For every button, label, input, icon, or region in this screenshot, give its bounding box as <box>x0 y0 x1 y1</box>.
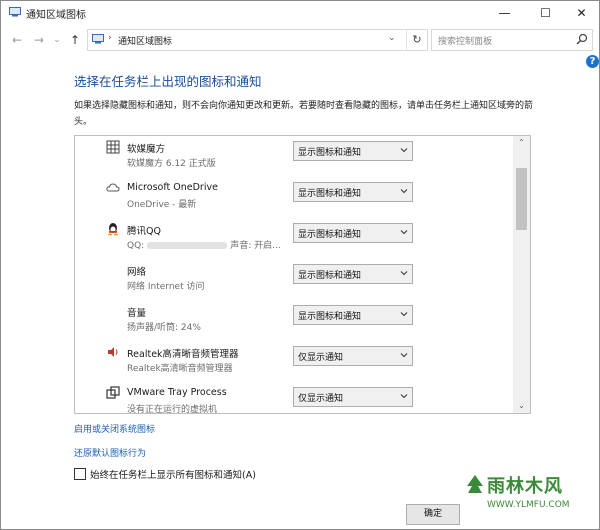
behavior-select[interactable]: 显示图标和通知 <box>293 223 413 243</box>
list-item: Realtek高清晰音频管理器 Realtek高清晰音频管理器 仅显示通知 <box>75 341 513 382</box>
chevron-down-icon <box>400 353 408 358</box>
item-description: Realtek高清晰音频管理器 <box>127 364 233 374</box>
item-name: 网络 <box>127 267 147 278</box>
control-panel-icon <box>92 34 104 44</box>
scrollbar-thumb[interactable] <box>516 168 527 230</box>
behavior-select[interactable]: 显示图标和通知 <box>293 305 413 325</box>
item-description: QQ: 声音: 开启... <box>127 241 281 251</box>
chevron-down-icon <box>400 230 408 235</box>
system-icons-link[interactable]: 启用或关闭系统图标 <box>74 422 155 435</box>
maximize-button[interactable]: ☐ <box>528 1 563 25</box>
page-description: 如果选择隐藏图标和通知，则不会向你通知更改和更新。若要随时查看隐藏的图标，请单击… <box>74 101 534 127</box>
behavior-value: 仅显示通知 <box>298 394 344 404</box>
item-description: 没有正在运行的虚拟机 <box>127 405 218 414</box>
breadcrumb-current[interactable]: 通知区域图标 <box>118 34 172 47</box>
search-input[interactable]: 搜索控制面板 <box>438 34 492 47</box>
notification-icon-list: 软媒魔方 软媒魔方 6.12 正式版 显示图标和通知 Microsoft One… <box>74 135 531 414</box>
up-button[interactable]: ↑ <box>67 32 83 48</box>
behavior-select[interactable]: 仅显示通知 <box>293 387 413 407</box>
item-name: 腾讯QQ <box>127 226 161 237</box>
watermark-text: 雨林木风 <box>487 476 563 497</box>
redacted-text <box>147 242 228 249</box>
search-icon[interactable] <box>576 33 588 45</box>
help-icon[interactable]: ? <box>586 55 599 68</box>
behavior-value: 显示图标和通知 <box>298 271 362 281</box>
address-box[interactable]: › 通知区域图标 ⌄ ↻ <box>87 29 428 51</box>
scroll-up-icon[interactable]: ⌃ <box>513 136 530 150</box>
watermark-logo: 雨林木风 WWW.YLMFU.COM <box>463 466 599 529</box>
list-scrollbar[interactable]: ⌃ ⌄ <box>513 136 530 413</box>
behavior-select[interactable]: 显示图标和通知 <box>293 141 413 161</box>
scroll-down-icon[interactable]: ⌄ <box>513 399 530 413</box>
cloud-icon <box>106 183 120 192</box>
control-panel-window: 通知区域图标 — ☐ ✕ ← → ⌄ ↑ › 通知区域图标 ⌄ ↻ 搜索控制面板 <box>0 0 600 530</box>
list-item: VMware Tray Process 没有正在运行的虚拟机 仅显示通知 <box>75 382 513 414</box>
behavior-value: 显示图标和通知 <box>298 189 362 199</box>
address-dropdown-button[interactable]: ⌄ <box>388 33 396 43</box>
watermark-url: WWW.YLMFU.COM <box>487 500 570 510</box>
behavior-value: 显示图标和通知 <box>298 230 362 240</box>
show-all-icons-label[interactable]: 始终在任务栏上显示所有图标和通知(A) <box>90 467 256 481</box>
item-description: OneDrive - 最新 <box>127 200 197 210</box>
list-item: 软媒魔方 软媒魔方 6.12 正式版 显示图标和通知 <box>75 136 513 177</box>
recent-locations-dropdown[interactable]: ⌄ <box>49 32 65 48</box>
volume-icon <box>106 304 120 318</box>
list-item: 腾讯QQ QQ: 声音: 开启... 显示图标和通知 <box>75 218 513 259</box>
window-title: 通知区域图标 <box>26 10 86 21</box>
behavior-select[interactable]: 显示图标和通知 <box>293 264 413 284</box>
behavior-value: 显示图标和通知 <box>298 312 362 322</box>
address-bar: ← → ⌄ ↑ › 通知区域图标 ⌄ ↻ 搜索控制面板 <box>1 25 599 55</box>
item-description: 网络 Internet 访问 <box>127 282 205 292</box>
chevron-down-icon <box>400 189 408 194</box>
restore-default-link[interactable]: 还原默认图标行为 <box>74 446 146 459</box>
item-description: 扬声器/听筒: 24% <box>127 323 201 333</box>
breadcrumb-separator: › <box>108 33 112 43</box>
close-button[interactable]: ✕ <box>564 1 599 25</box>
chevron-down-icon <box>400 394 408 399</box>
grid-icon <box>106 140 120 154</box>
list-item: 音量 扬声器/听筒: 24% 显示图标和通知 <box>75 300 513 341</box>
chevron-down-icon <box>400 148 408 153</box>
show-all-icons-checkbox[interactable] <box>74 468 86 480</box>
chevron-down-icon <box>400 312 408 317</box>
item-name: 音量 <box>127 308 147 319</box>
list-item: Microsoft OneDrive OneDrive - 最新 显示图标和通知 <box>75 177 513 218</box>
item-name: Microsoft OneDrive <box>127 182 218 193</box>
chevron-down-icon <box>400 271 408 276</box>
item-name: Realtek高清晰音频管理器 <box>127 349 239 360</box>
tree-logo-icon <box>467 475 483 493</box>
minimize-button[interactable]: — <box>487 1 522 25</box>
speaker-icon <box>108 347 118 357</box>
qq-penguin-icon <box>108 223 118 236</box>
refresh-button[interactable]: ↻ <box>406 30 427 50</box>
forward-button[interactable]: → <box>31 32 47 48</box>
network-icon <box>106 263 120 277</box>
search-box[interactable]: 搜索控制面板 <box>431 29 593 51</box>
behavior-value: 仅显示通知 <box>298 353 344 363</box>
item-name: 软媒魔方 <box>127 144 166 155</box>
ok-button[interactable]: 确定 <box>406 504 460 525</box>
behavior-select[interactable]: 仅显示通知 <box>293 346 413 366</box>
item-name: VMware Tray Process <box>127 387 227 398</box>
title-bar: 通知区域图标 — ☐ ✕ <box>1 1 599 25</box>
back-button[interactable]: ← <box>9 32 25 48</box>
control-panel-icon <box>9 7 21 17</box>
vmware-icon <box>106 386 120 399</box>
page-title: 选择在任务栏上出现的图标和通知 <box>74 74 262 89</box>
behavior-value: 显示图标和通知 <box>298 148 362 158</box>
item-description: 软媒魔方 6.12 正式版 <box>127 159 216 169</box>
list-item: 网络 网络 Internet 访问 显示图标和通知 <box>75 259 513 300</box>
behavior-select[interactable]: 显示图标和通知 <box>293 182 413 202</box>
